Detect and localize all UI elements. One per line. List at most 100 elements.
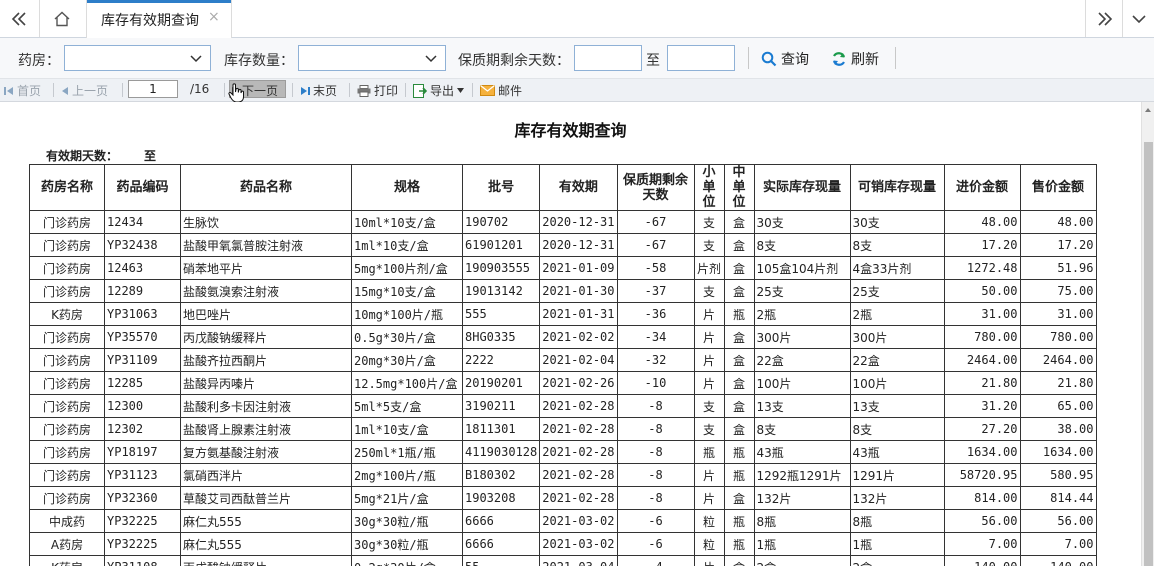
first-page-label: 首页: [17, 84, 42, 98]
export-icon: [413, 83, 427, 98]
table-cell: 50.00: [943, 279, 1021, 303]
table-cell: 38.00: [1019, 417, 1097, 441]
table-cell: 瓶: [723, 509, 755, 533]
remaining-days-to-input[interactable]: [667, 45, 735, 71]
table-cell: YP35570: [104, 325, 181, 349]
table-cell: 2mg*100片/瓶: [351, 463, 463, 487]
collapse-left-icon[interactable]: [2, 0, 36, 37]
table-cell: 门诊药房: [29, 371, 105, 395]
tab-stock-expiry[interactable]: 库存有效期查询 ×: [86, 0, 232, 38]
table-cell: 门诊药房: [29, 256, 105, 280]
table-cell: 30g*30粒/瓶: [351, 509, 463, 533]
table-cell: 支: [693, 394, 725, 418]
table-cell: 30支: [753, 210, 851, 234]
table-cell: 12285: [104, 371, 181, 395]
scroll-tabs-right-icon[interactable]: [1090, 0, 1120, 37]
mail-button[interactable]: 邮件: [480, 82, 522, 99]
table-cell: 30支: [849, 210, 945, 234]
remaining-days-from-input[interactable]: [574, 45, 642, 71]
last-page-button[interactable]: 末页: [300, 82, 337, 99]
first-page-button[interactable]: 首页: [4, 82, 41, 99]
page-number-input[interactable]: 1: [128, 80, 178, 98]
table-cell: 盒: [723, 555, 755, 566]
table-cell: 140.00: [943, 555, 1021, 566]
table-cell: K药房: [29, 555, 105, 566]
table-cell: 盒: [723, 279, 755, 303]
stock-qty-select[interactable]: [298, 45, 446, 71]
table-cell: 2瓶: [753, 302, 851, 326]
table-cell: 1634.00: [1019, 440, 1097, 464]
table-cell: 2021-02-28: [539, 440, 618, 464]
table-cell: 48.00: [1019, 210, 1097, 234]
export-label: 导出: [430, 84, 455, 98]
total-pages: /16: [190, 82, 210, 96]
scroll-up-arrow-icon[interactable]: [1145, 108, 1151, 112]
table-cell: 61901201: [461, 233, 541, 257]
table-cell: 55: [461, 555, 541, 566]
refresh-button[interactable]: 刷新: [831, 49, 879, 69]
table-cell: 6666: [461, 532, 541, 556]
table-cell: 支: [693, 210, 725, 234]
table-cell: 盒: [723, 210, 755, 234]
table-cell: -67: [616, 210, 695, 234]
table-cell: 300片: [849, 325, 945, 349]
table-cell: 1291片: [849, 463, 945, 487]
table-cell: 片剂: [693, 256, 725, 280]
home-icon[interactable]: [44, 0, 80, 37]
table-cell: -4: [616, 555, 695, 566]
table-cell: 8支: [753, 417, 851, 441]
tab-menu-chevron-down-icon[interactable]: [1126, 0, 1152, 37]
stock-qty-label: 库存数量：: [224, 53, 294, 69]
table-cell: 580.95: [1019, 463, 1097, 487]
table-row: 门诊药房 12463 硝苯地平片 5mg*100片剂/盒 190903555 2021-0…: [29, 256, 1097, 280]
scrollbar-thumb[interactable]: [1144, 142, 1153, 566]
table-cell: 56.00: [943, 509, 1021, 533]
table-cell: 2021-02-28: [539, 463, 618, 487]
table-cell: 20mg*30片/盒: [351, 348, 463, 372]
table-cell: YP31109: [104, 348, 181, 372]
table-cell: 105盒104片剂: [753, 256, 851, 280]
table-cell: 10mg*100片/瓶: [351, 302, 463, 326]
table-cell: 51.96: [1019, 256, 1097, 280]
expiry-days-to-label: 至: [144, 149, 157, 163]
table-cell: -8: [616, 486, 695, 510]
tab-close-icon[interactable]: ×: [208, 9, 220, 25]
table-cell: 100片: [753, 371, 851, 395]
table-cell: 1903208: [461, 486, 541, 510]
table-cell: 31.20: [943, 394, 1021, 418]
table-cell: 27.20: [943, 417, 1021, 441]
table-row: 门诊药房 12300 盐酸利多卡因注射液 5ml*5支/盒 3190211 2021-02…: [29, 394, 1097, 418]
table-cell: 1272.48: [943, 256, 1021, 280]
table-cell: 门诊药房: [29, 394, 105, 418]
table-cell: YP18197: [104, 440, 181, 464]
query-button[interactable]: 查询: [761, 49, 809, 69]
export-button[interactable]: 导出: [413, 82, 465, 99]
table-cell: 814.44: [1019, 486, 1097, 510]
table-cell: 门诊药房: [29, 486, 105, 510]
table-cell: 硝苯地平片: [180, 256, 352, 280]
pager-toolbar: 首页 上一页 1 /16 下一页 末页 打印 导出 邮件: [0, 79, 1154, 103]
table-cell: 31.00: [1019, 302, 1097, 326]
table-cell: 8支: [753, 233, 851, 257]
table-cell: 支: [693, 233, 725, 257]
table-cell: 12289: [104, 279, 181, 303]
print-button[interactable]: 打印: [357, 82, 398, 99]
table-cell: 1811301: [461, 417, 541, 441]
report-title: 库存有效期查询: [514, 121, 627, 140]
table-row: 门诊药房 12285 盐酸异丙嗪片 12.5mg*100片/盒 20190201 2021…: [29, 371, 1097, 395]
table-cell: 盐酸异丙嗪片: [180, 371, 352, 395]
query-label: 查询: [781, 52, 809, 68]
table-cell: 2021-03-02: [539, 509, 618, 533]
table-cell: 0.2g*30片/盒: [351, 555, 463, 566]
table-cell: 盒: [723, 486, 755, 510]
vertical-scrollbar[interactable]: [1141, 102, 1154, 566]
table-cell: 片: [693, 325, 725, 349]
pharmacy-select[interactable]: [64, 45, 211, 71]
table-cell: 门诊药房: [29, 325, 105, 349]
prev-page-button[interactable]: 上一页: [61, 82, 108, 99]
table-cell: 复方氨基酸注射液: [180, 440, 352, 464]
table-cell: 13支: [753, 394, 851, 418]
hand-cursor-icon: [228, 83, 244, 103]
table-cell: 瓶: [723, 532, 755, 556]
table-row: 门诊药房 YP32438 盐酸甲氧氯普胺注射液 1ml*10支/盒 61901201 20…: [29, 233, 1097, 257]
